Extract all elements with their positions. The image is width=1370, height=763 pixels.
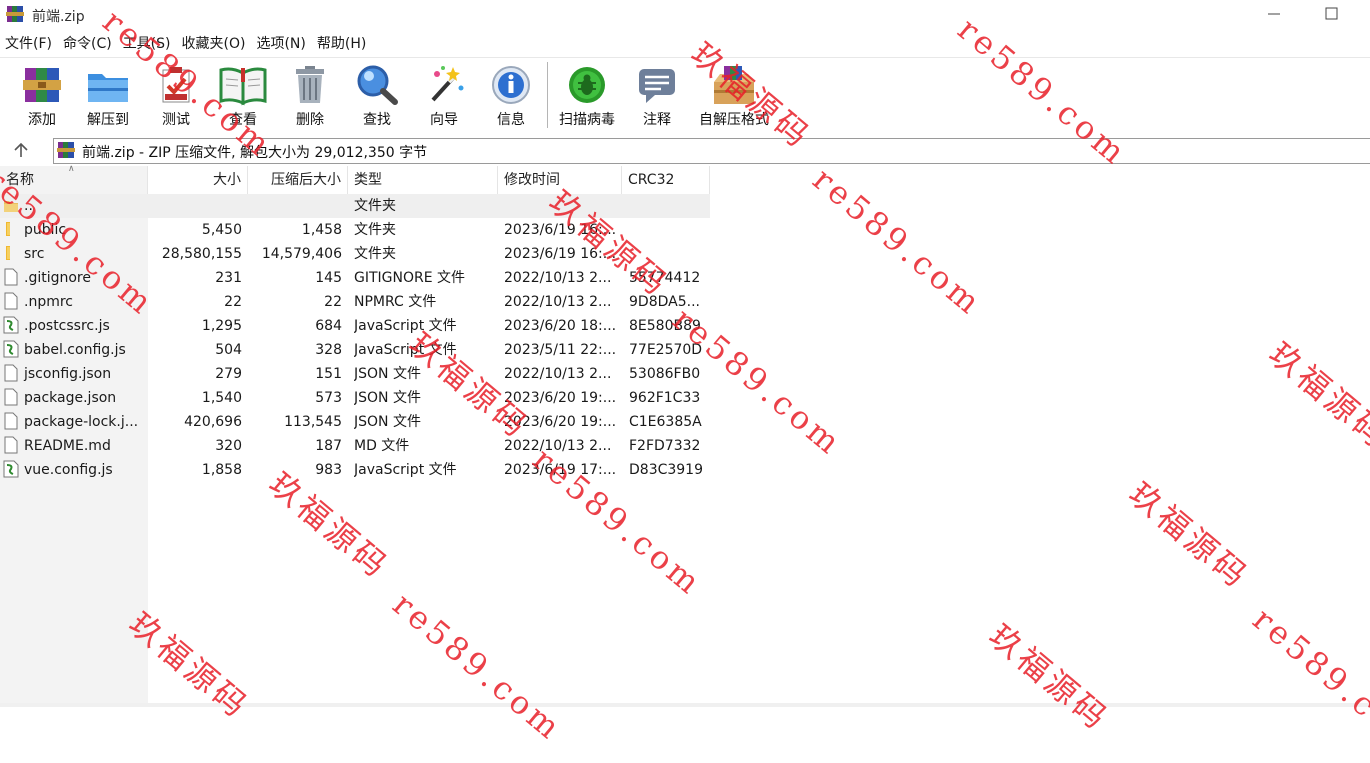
self-extract-box-icon [714,66,754,104]
table-row[interactable]: jsconfig.json 279 151 JSON 文件 2022/10/13… [0,362,710,386]
file-icon [4,412,18,429]
file-name: src [24,246,45,262]
file-name: .gitignore [24,270,91,286]
horizontal-scrollbar[interactable] [0,703,1370,707]
address-bar[interactable]: 前端.zip - ZIP 压缩文件, 解包大小为 29,012,350 字节 [53,138,1370,164]
folder-icon [6,245,10,260]
magic-wand-icon [431,66,464,102]
menu-tools[interactable]: 工具(S) [118,33,177,55]
column-header-type[interactable]: 类型 [348,166,498,194]
menu-bar: 文件(F) 命令(C) 工具(S) 收藏夹(O) 选项(N) 帮助(H) [0,33,372,55]
table-row[interactable]: .. 文件夹 [0,194,710,218]
table-row[interactable]: README.md 320 187 MD 文件 2022/10/13 2... … [0,434,710,458]
column-header-crc[interactable]: CRC32 [622,166,710,194]
folder-up-icon [4,200,18,212]
toolbar-separator [547,62,548,128]
table-row[interactable]: vue.config.js 1,858 983 JavaScript 文件 20… [0,458,710,482]
column-header-size[interactable]: 大小 [148,166,248,194]
info-icon [492,66,530,104]
extract-to-button[interactable]: 解压到 [75,61,141,131]
file-icon [4,388,18,405]
table-row[interactable]: public 5,450 1,458 文件夹 2023/6/19 16:... [0,218,710,242]
menu-file[interactable]: 文件(F) [0,33,58,55]
comment-bubble-icon [639,69,675,103]
menu-favorites[interactable]: 收藏夹(O) [177,33,252,55]
address-row: 前端.zip - ZIP 压缩文件, 解包大小为 29,012,350 字节 [0,135,1370,165]
javascript-file-icon [3,460,19,477]
table-row[interactable]: package.json 1,540 573 JSON 文件 2023/6/20… [0,386,710,410]
add-archive-icon [23,68,61,102]
sort-ascending-icon: ∧ [68,164,75,174]
test-button[interactable]: 测试 [143,61,209,131]
view-book-icon [219,67,267,106]
wizard-button[interactable]: 向导 [411,61,477,131]
table-row[interactable]: package-lock.j... 420,696 113,545 JSON 文… [0,410,710,434]
up-arrow-icon[interactable] [10,140,32,160]
file-icon [4,436,18,453]
trash-can-icon [296,66,324,103]
folder-extract-icon [88,74,128,102]
file-name: public [24,222,67,238]
maximize-icon[interactable] [1322,4,1342,24]
window-title: 前端.zip [32,9,85,25]
folder-icon [6,221,10,236]
sfx-button[interactable]: 自解压格式 [699,61,769,131]
column-header-name[interactable]: ∧ 名称 [0,164,148,194]
delete-button[interactable]: 删除 [277,61,343,131]
table-row[interactable]: .postcssrc.js 1,295 684 JavaScript 文件 20… [0,314,710,338]
file-name: vue.config.js [24,462,113,478]
file-name: .postcssrc.js [24,318,110,334]
find-button[interactable]: 查找 [344,61,410,131]
view-button[interactable]: 查看 [210,61,276,131]
column-header-modified[interactable]: 修改时间 [498,166,622,194]
file-name: package-lock.j... [24,414,139,430]
toolbar: 添加 解压到 测试 查看 删除 查找 向导 信息 扫描病毒 注释 自解压格式 [0,57,1370,133]
javascript-file-icon [3,340,19,357]
file-name: package.json [24,390,117,406]
list-header: ∧ 名称 大小 压缩后大小 类型 修改时间 CRC32 [0,164,710,194]
column-header-packed[interactable]: 压缩后大小 [248,166,348,194]
file-icon [4,268,18,285]
menu-help[interactable]: 帮助(H) [312,33,372,55]
table-row[interactable]: .npmrc 22 22 NPMRC 文件 2022/10/13 2... 9D… [0,290,710,314]
file-name: .npmrc [24,294,73,310]
file-icon [4,364,18,381]
comment-button[interactable]: 注释 [624,61,690,131]
test-clipboard-icon [162,67,190,103]
info-button[interactable]: 信息 [478,61,544,131]
file-rows: .. 文件夹 public 5,450 1,458 文件夹 2023/6/19 … [0,194,710,482]
virus-scan-button[interactable]: 扫描病毒 [554,61,620,131]
file-name: README.md [24,438,111,454]
file-name: .. [24,198,33,214]
file-name: jsconfig.json [24,366,112,382]
menu-command[interactable]: 命令(C) [58,33,118,55]
table-row[interactable]: src 28,580,155 14,579,406 文件夹 2023/6/19 … [0,242,710,266]
file-list: ∧ 名称 大小 压缩后大小 类型 修改时间 CRC32 .. 文件夹 publi… [0,164,1370,707]
magnifier-icon [357,65,398,105]
virus-bug-icon [569,67,605,103]
add-button[interactable]: 添加 [9,61,75,131]
winrar-app-icon [6,6,24,22]
file-name: babel.config.js [24,342,126,358]
minimize-icon[interactable] [1264,4,1284,24]
menu-options[interactable]: 选项(N) [251,33,311,55]
archive-icon [57,142,75,158]
table-row[interactable]: .gitignore 231 145 GITIGNORE 文件 2022/10/… [0,266,710,290]
file-icon [4,292,18,309]
address-text: 前端.zip - ZIP 压缩文件, 解包大小为 29,012,350 字节 [82,145,428,161]
javascript-file-icon [3,316,19,333]
title-bar: 前端.zip [0,0,1370,30]
table-row[interactable]: babel.config.js 504 328 JavaScript 文件 20… [0,338,710,362]
